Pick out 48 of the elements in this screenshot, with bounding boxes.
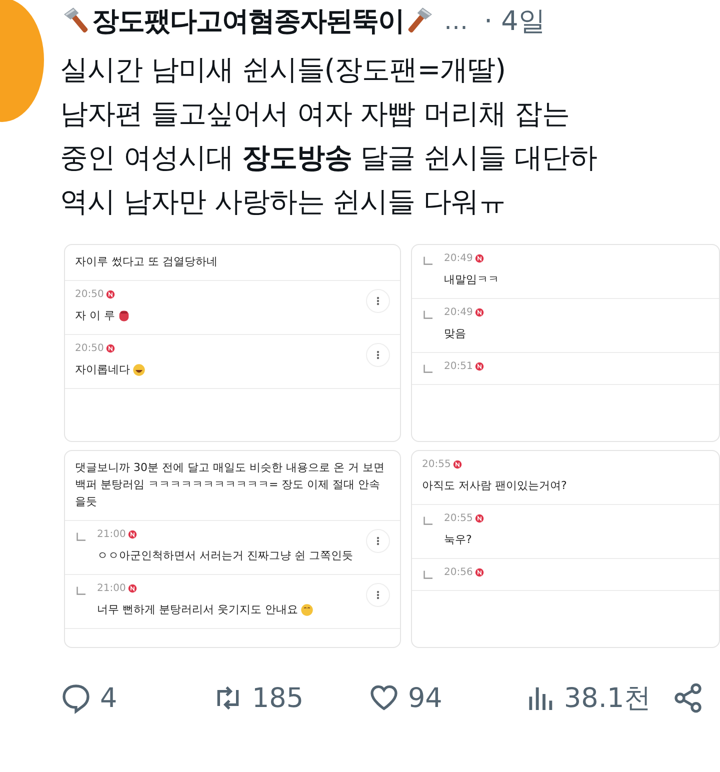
comment-time: 20:56 [444, 567, 473, 578]
comment-time: 20:49 [444, 253, 473, 264]
more-button[interactable] [366, 343, 390, 367]
comment-text: ㅇㅇ아군인척하면서 서러는거 진짜그냥 쉰 그쪽인듯 [97, 548, 353, 564]
new-badge-icon [128, 584, 137, 593]
author-name[interactable]: 장도팼다고여혐종자된뚝이 [92, 3, 404, 39]
share-button[interactable] [672, 682, 704, 714]
comment-time: 21:00 [97, 529, 126, 540]
comment-text: 내말임ㅋㅋ [444, 272, 499, 288]
comment-time: 21:00 [97, 583, 126, 594]
comment-time: 20:49 [444, 307, 473, 318]
comment-text: 댓글보니까 30분 전에 달고 매일도 비슷한 내용으로 온 거 보면 백퍼 분탕러임 ㅋㅋㅋㅋㅋㅋㅋㅋㅋㅋㅋ= 장도 이제 절대 안속을듯 [75, 460, 386, 510]
new-badge-icon [128, 530, 137, 539]
post-time[interactable]: · 4일 [484, 3, 546, 39]
new-badge-icon [474, 514, 484, 523]
comment-text: 자 이 루 [75, 308, 115, 324]
comment-text: 눅우? [444, 532, 472, 548]
overflow-mark: … [444, 7, 468, 35]
comment-text: 자이루 썼다고 또 검열당하네 [75, 254, 218, 270]
more-button[interactable] [366, 529, 390, 553]
new-badge-icon [474, 362, 484, 371]
comment-time: 20:55 [422, 459, 451, 470]
new-badge-icon [106, 344, 115, 353]
comment-time: 20:50 [75, 289, 104, 300]
emoji-icon [300, 602, 314, 616]
comment-text: 아직도 저사람 팬이있는거여? [422, 478, 567, 494]
like-button[interactable]: 94 [368, 682, 524, 714]
new-badge-icon [452, 460, 462, 469]
comment-text: 맞음 [444, 326, 466, 342]
emoji-icon [117, 308, 131, 322]
comment-time: 20:55 [444, 513, 473, 524]
share-icon [672, 682, 704, 714]
views-button[interactable]: 38.1천 [524, 680, 672, 716]
more-button[interactable] [366, 583, 390, 607]
emoji-icon [132, 362, 146, 376]
new-badge-icon [474, 254, 484, 263]
post-text: 실시간 남미새 쉰시들(장도팬=개딸) 남자편 들고싶어서 여자 자빱 머리채 잡는 중인 여성시대 장도방송 달글 쉰시들 대단하 역시 남자만 사랑하는 쉰시들 다워ㅠ [60, 52, 598, 220]
reply-button[interactable]: 4 [60, 682, 212, 714]
comment-time: 20:50 [75, 343, 104, 354]
speech-bubble-icon [60, 682, 92, 714]
comment-time: 20:51 [444, 361, 473, 372]
new-badge-icon [474, 568, 484, 577]
repost-button[interactable]: 185 [212, 682, 368, 714]
new-badge-icon [474, 308, 484, 317]
comment-text: 자이롭네다 [75, 362, 130, 378]
new-badge-icon [106, 290, 115, 299]
comment-text: 너무 뻔하게 분탕러리서 웃기지도 안내요 [97, 602, 298, 618]
more-button[interactable] [366, 289, 390, 313]
